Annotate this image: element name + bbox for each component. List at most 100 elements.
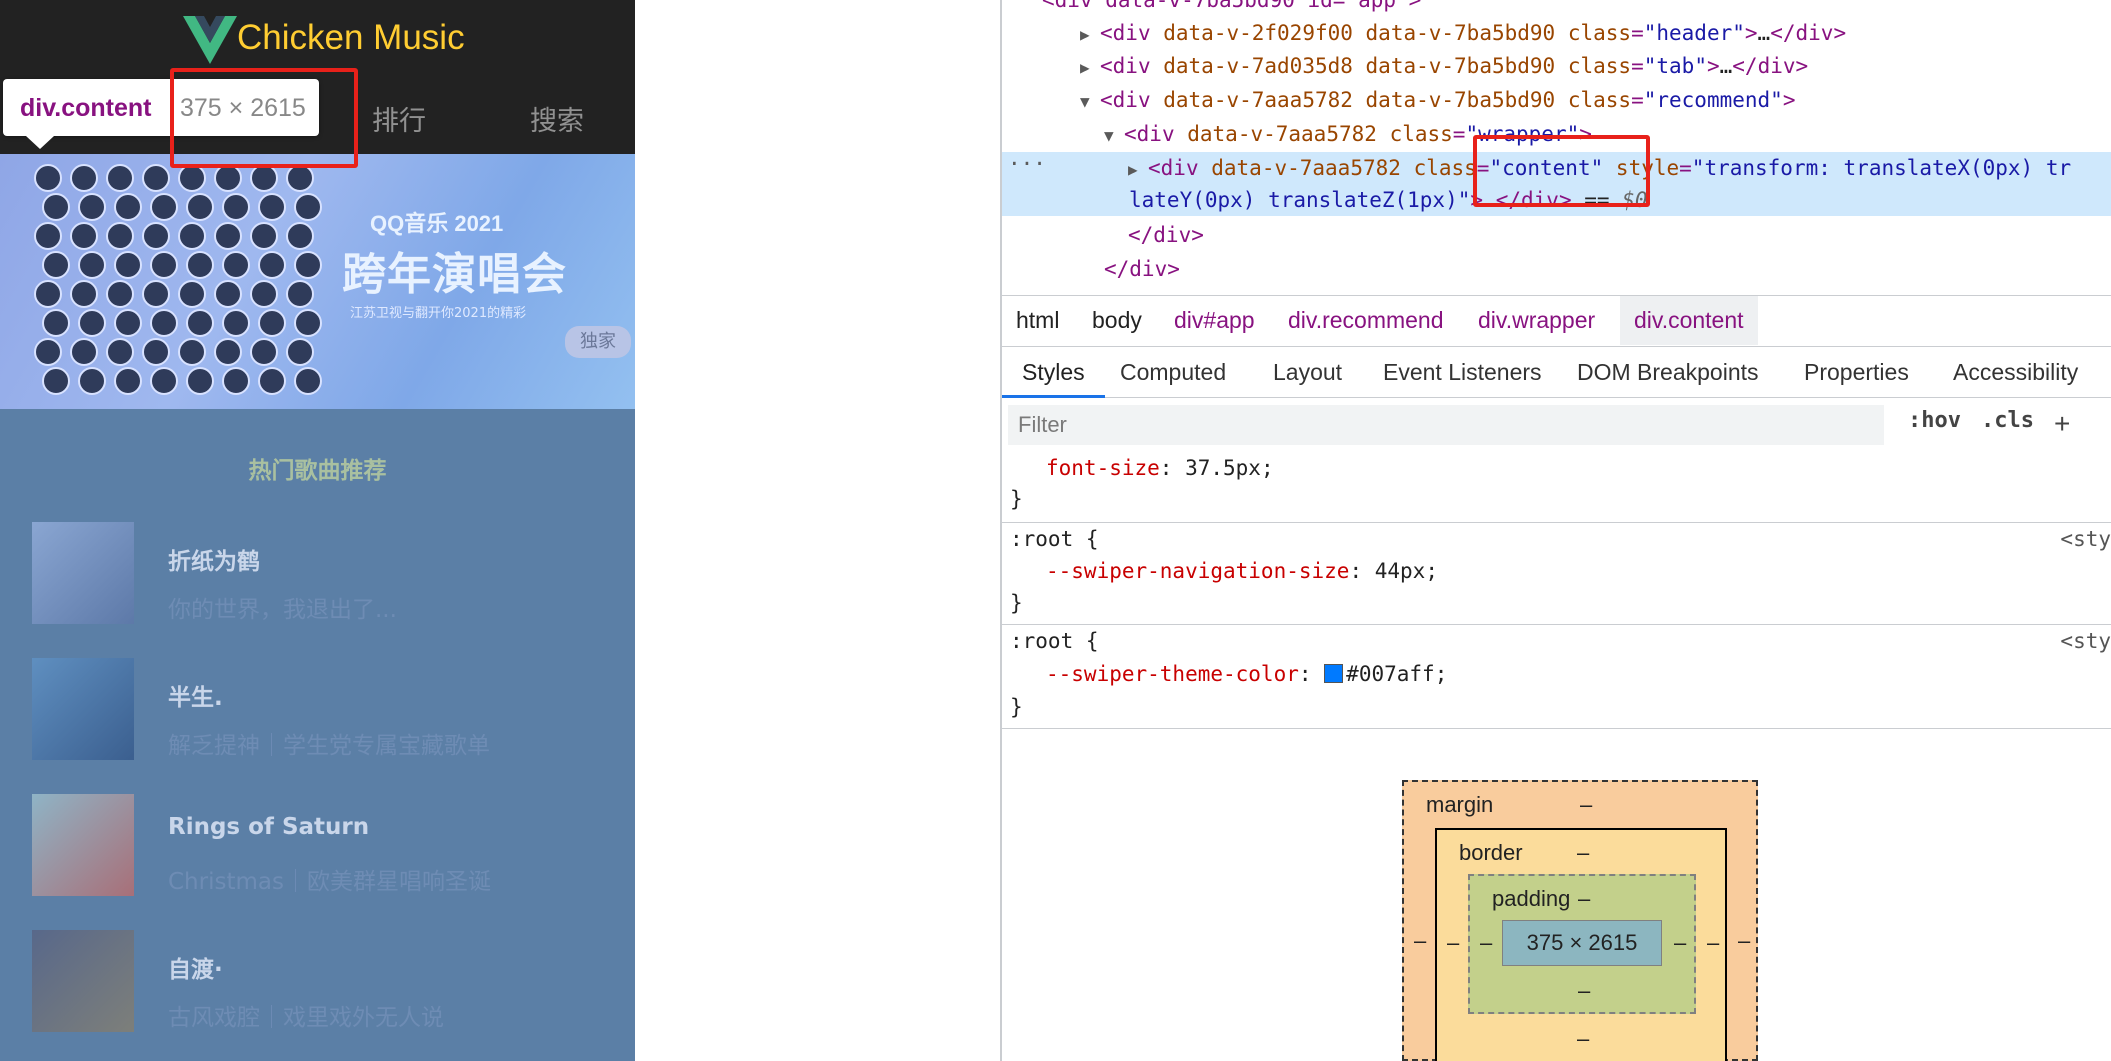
border-top-value: –: [1577, 840, 1590, 865]
breadcrumb-html[interactable]: html: [1016, 296, 1059, 345]
breadcrumb-body[interactable]: body: [1092, 296, 1142, 345]
artist-avatar: [214, 222, 242, 250]
artist-avatar: [178, 222, 206, 250]
tab-properties[interactable]: Properties: [1804, 347, 1909, 398]
padding-left-value: –: [1480, 930, 1493, 955]
tab-rank[interactable]: 排行: [372, 99, 426, 138]
tab-computed[interactable]: Computed: [1120, 347, 1226, 398]
breadcrumb-app[interactable]: div#app: [1174, 296, 1255, 345]
rule-source-link[interactable]: <sty: [2060, 524, 2111, 554]
rule-close-brace: }: [1010, 591, 1023, 615]
box-model-content[interactable]: 375 × 2615: [1502, 920, 1662, 966]
dom-node-header[interactable]: ▶ <div data-v-2f029f00 data-v-7ba5bd90 cl…: [1080, 16, 1846, 50]
artist-avatar: [150, 367, 178, 395]
styles-subtabs: Styles Computed Layout Event Listeners D…: [1002, 346, 2111, 398]
artist-avatar: [70, 222, 98, 250]
devtools-panel: <div data-v-7ba5bd90 id="app"> ▶ <div dat…: [1002, 0, 2111, 1061]
expand-triangle-icon[interactable]: ▶: [1080, 51, 1100, 85]
style-declaration[interactable]: --swiper-theme-color: #007aff;: [1046, 659, 1447, 689]
collapse-triangle-icon[interactable]: ▼: [1104, 119, 1124, 153]
tab-search[interactable]: 搜索: [530, 99, 584, 138]
dom-close-recommend: </div>: [1104, 257, 1180, 281]
style-declaration[interactable]: --swiper-navigation-size: 44px;: [1046, 556, 1438, 586]
rule-source-link[interactable]: <sty: [2060, 626, 2111, 656]
dom-node-tab[interactable]: ▶ <div data-v-7ad035d8 data-v-7ba5bd90 cl…: [1080, 49, 1808, 83]
collapse-triangle-icon[interactable]: ▼: [1080, 85, 1100, 119]
artist-avatar: [222, 193, 250, 221]
artist-avatar: [214, 280, 242, 308]
box-model-border[interactable]: border – – – – padding – – – – 375 × 261…: [1435, 828, 1727, 1061]
blank-gap: [635, 0, 1001, 1061]
song-cover: [32, 658, 134, 760]
artist-avatar: [42, 193, 70, 221]
artist-avatar: [250, 338, 278, 366]
box-model-margin[interactable]: margin – – – border – – – – padding – – …: [1402, 780, 1758, 1061]
breadcrumb-wrapper[interactable]: div.wrapper: [1478, 296, 1595, 345]
artist-avatar: [70, 164, 98, 192]
tab-dom-breakpoints[interactable]: DOM Breakpoints: [1577, 347, 1759, 398]
rule-selector[interactable]: :root {: [1010, 524, 1099, 554]
artist-avatar: [294, 251, 322, 279]
rule-separator: [1002, 522, 2111, 523]
tab-event-listeners[interactable]: Event Listeners: [1383, 347, 1542, 398]
artist-avatar: [106, 280, 134, 308]
artist-avatar: [286, 222, 314, 250]
artist-avatar: [258, 367, 286, 395]
rule-selector[interactable]: :root {: [1010, 626, 1099, 656]
song-cover: [32, 794, 134, 896]
box-model-padding[interactable]: padding – – – – 375 × 2615: [1468, 874, 1696, 1014]
artist-avatar: [294, 309, 322, 337]
breadcrumb: html body div#app div.recommend div.wrap…: [1002, 295, 2111, 345]
banner-title: 跨年演唱会: [342, 249, 567, 300]
artist-avatar: [70, 280, 98, 308]
artist-avatar: [142, 222, 170, 250]
tab-accessibility[interactable]: Accessibility: [1953, 347, 2078, 398]
expand-triangle-icon[interactable]: ▶: [1128, 153, 1148, 187]
border-label: border: [1459, 840, 1523, 865]
inspect-tooltip-arrow: [26, 136, 54, 149]
style-declaration[interactable]: font-size: 37.5px;: [1046, 453, 1274, 483]
list-item[interactable]: Rings of Saturn Christmas｜欧美群星唱响圣诞: [32, 794, 604, 896]
tab-layout[interactable]: Layout: [1273, 347, 1342, 398]
artist-avatar: [250, 222, 278, 250]
banner-exclusive-badge: 独家: [565, 326, 631, 358]
artist-avatar: [42, 367, 70, 395]
dom-node-app[interactable]: <div data-v-7ba5bd90 id="app">: [1042, 0, 1421, 17]
artist-avatar: [34, 222, 62, 250]
artist-avatar: [70, 338, 98, 366]
artist-avatar: [114, 309, 142, 337]
artist-avatar: [214, 164, 242, 192]
dom-node-recommend[interactable]: ▼ <div data-v-7aaa5782 data-v-7ba5bd90 cl…: [1080, 83, 1795, 117]
artist-avatar: [142, 164, 170, 192]
song-name: 自渡·: [168, 957, 223, 983]
artist-avatar: [222, 309, 250, 337]
list-item[interactable]: 半生. 解乏提神｜学生党专属宝藏歌单: [32, 658, 604, 760]
hov-button[interactable]: :hov: [1908, 408, 1961, 433]
artist-avatar: [186, 367, 214, 395]
color-swatch[interactable]: [1324, 664, 1344, 683]
artist-avatar: [286, 338, 314, 366]
song-desc: 古风戏腔｜戏里戏外无人说: [168, 1005, 444, 1031]
breadcrumb-recommend[interactable]: div.recommend: [1288, 296, 1444, 345]
artist-avatar: [114, 367, 142, 395]
artist-avatar: [178, 338, 206, 366]
rule-close-brace: }: [1010, 695, 1023, 719]
new-style-rule-icon[interactable]: +: [2054, 408, 2070, 440]
artist-avatar: [294, 193, 322, 221]
expand-triangle-icon[interactable]: ▶: [1080, 18, 1100, 52]
tab-styles[interactable]: Styles: [1002, 347, 1105, 398]
list-item[interactable]: 折纸为鹤 你的世界，我退出了...: [32, 522, 604, 624]
more-options-icon[interactable]: ···: [1008, 152, 1046, 176]
slider-banner[interactable]: QQ音乐 2021 跨年演唱会 江苏卫视与翻开你2021的精彩 独家: [0, 154, 635, 409]
styles-filter-bar: :hov .cls +: [1002, 400, 2111, 450]
rule-separator: [1002, 728, 2111, 729]
list-item[interactable]: 自渡· 古风戏腔｜戏里戏外无人说: [32, 930, 604, 1032]
artist-avatar: [78, 367, 106, 395]
filter-input[interactable]: [1008, 405, 1884, 445]
breadcrumb-content[interactable]: div.content: [1620, 296, 1758, 345]
cls-button[interactable]: .cls: [1981, 408, 2034, 433]
border-left-value: –: [1447, 930, 1460, 955]
artist-avatar: [178, 164, 206, 192]
artist-avatar: [258, 193, 286, 221]
artist-avatar: [34, 164, 62, 192]
